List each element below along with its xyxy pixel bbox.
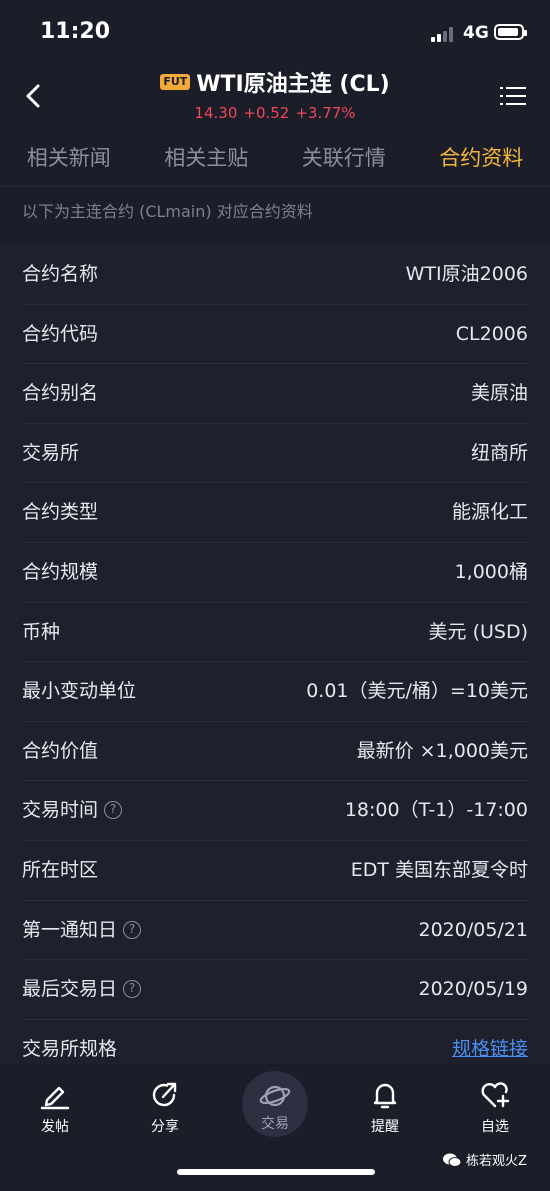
- list-item: 合约价值 最新价 ×1,000美元: [22, 722, 528, 782]
- list-item: 最后交易日? 2020/05/19: [22, 960, 528, 1020]
- trade-label: 交易: [261, 1116, 289, 1132]
- row-value: EDT 美国东部夏令时: [350, 858, 528, 881]
- row-label: 所在时区: [22, 858, 99, 881]
- row-label: 合约规模: [22, 560, 99, 583]
- pen-icon: [40, 1086, 70, 1110]
- battery-icon: [494, 24, 527, 40]
- row-value: 2020/05/21: [418, 918, 528, 941]
- status-time: 11:20: [40, 19, 111, 44]
- list-item: 合约代码 CL2006: [22, 305, 528, 365]
- row-label: 交易所: [22, 441, 80, 464]
- price-change: +0.52: [243, 104, 290, 122]
- row-value: 能源化工: [451, 501, 528, 524]
- share-icon: [152, 1082, 177, 1107]
- list-item: 合约别名 美原油: [22, 364, 528, 424]
- list-item: 第一通知日? 2020/05/21: [22, 901, 528, 961]
- list-item: 交易时间? 18:00（T-1）-17:00: [22, 781, 528, 841]
- planet-icon: [259, 1085, 291, 1107]
- home-indicator[interactable]: [177, 1169, 375, 1175]
- list-item: 最小变动单位 0.01（美元/桶）=10美元: [22, 662, 528, 722]
- last-price: 14.30: [194, 104, 238, 122]
- row-label: 合约类型: [22, 501, 99, 524]
- list-item: 所在时区 EDT 美国东部夏令时: [22, 841, 528, 901]
- signal-icon: [431, 26, 457, 42]
- watchlist-button[interactable]: 自选: [460, 1080, 530, 1136]
- row-value: 1,000桶: [454, 560, 528, 583]
- wechat-icon: [443, 1153, 462, 1167]
- row-label-text: 最后交易日: [22, 978, 118, 1001]
- row-value: 纽商所: [470, 441, 528, 464]
- post-button[interactable]: 发帖: [20, 1080, 90, 1136]
- bell-icon: [373, 1083, 397, 1109]
- row-label: 合约代码: [22, 322, 99, 345]
- menu-button[interactable]: [500, 84, 526, 108]
- share-label: 分享: [151, 1119, 179, 1135]
- row-label: 第一通知日?: [22, 901, 142, 959]
- row-label: 最小变动单位: [22, 680, 137, 703]
- list-item: 合约规模 1,000桶: [22, 543, 528, 603]
- row-label: 合约别名: [22, 382, 99, 405]
- status-bar: 11:20 4G: [0, 0, 550, 60]
- row-label: 最后交易日?: [22, 960, 142, 1018]
- share-button[interactable]: 分享: [130, 1080, 200, 1136]
- list-item: 交易所 纽商所: [22, 424, 528, 484]
- row-label: 合约名称: [22, 263, 99, 285]
- trade-button[interactable]: 交易: [242, 1071, 308, 1137]
- header: FUT WTI原油主连 (CL) 14.30 +0.52 +3.77%: [0, 60, 550, 130]
- divider: [0, 186, 550, 187]
- row-label-text: 第一通知日: [22, 918, 118, 941]
- price-change-pct: +3.77%: [295, 104, 356, 122]
- help-icon[interactable]: ?: [104, 801, 123, 820]
- row-value: 美元 (USD): [428, 620, 528, 643]
- row-value: 最新价 ×1,000美元: [356, 739, 528, 762]
- row-value: 0.01（美元/桶）=10美元: [306, 680, 528, 703]
- network-type: 4G: [463, 23, 489, 43]
- heart-plus-icon: [481, 1082, 510, 1108]
- row-value: WTI原油2006: [405, 263, 528, 285]
- futures-badge: FUT: [160, 74, 191, 90]
- row-label: 币种: [22, 620, 61, 643]
- subtitle: 以下为主连合约 (CLmain) 对应合约资料: [22, 202, 313, 221]
- row-label: 交易时间?: [22, 781, 123, 839]
- alert-label: 提醒: [371, 1119, 399, 1135]
- row-value: 18:00（T-1）-17:00: [344, 799, 528, 822]
- row-value: 美原油: [470, 382, 528, 405]
- row-label-text: 交易时间: [22, 799, 99, 822]
- tab-related-posts[interactable]: 相关主贴: [138, 130, 276, 186]
- quote-line: 14.30 +0.52 +3.77%: [0, 104, 550, 122]
- contract-info-list: 合约名称 WTI原油2006 合约代码 CL2006 合约别名 美原油 交易所 纽商所 …: [0, 245, 550, 1078]
- post-label: 发帖: [41, 1119, 69, 1135]
- alert-button[interactable]: 提醒: [350, 1080, 420, 1136]
- tab-contract-info[interactable]: 合约资料: [413, 130, 550, 186]
- row-label: 合约价值: [22, 739, 99, 762]
- row-value: CL2006: [455, 322, 528, 345]
- list-item: 合约名称 WTI原油2006: [22, 245, 528, 305]
- help-icon[interactable]: ?: [123, 920, 142, 939]
- row-value: 2020/05/19: [418, 978, 528, 1001]
- list-item: 合约类型 能源化工: [22, 483, 528, 543]
- tab-linked-quotes[interactable]: 关联行情: [275, 130, 413, 186]
- watermark-text: 栋若观火Z: [466, 1154, 527, 1169]
- tab-bar: 相关新闻 相关主贴 关联行情 合约资料: [0, 130, 550, 186]
- list-item: 币种 美元 (USD): [22, 603, 528, 663]
- help-icon[interactable]: ?: [123, 980, 142, 999]
- watermark: 栋若观火Z: [442, 1150, 527, 1169]
- tab-related-news[interactable]: 相关新闻: [0, 130, 138, 186]
- watchlist-label: 自选: [481, 1119, 509, 1135]
- page-title: WTI原油主连 (CL): [196, 72, 390, 97]
